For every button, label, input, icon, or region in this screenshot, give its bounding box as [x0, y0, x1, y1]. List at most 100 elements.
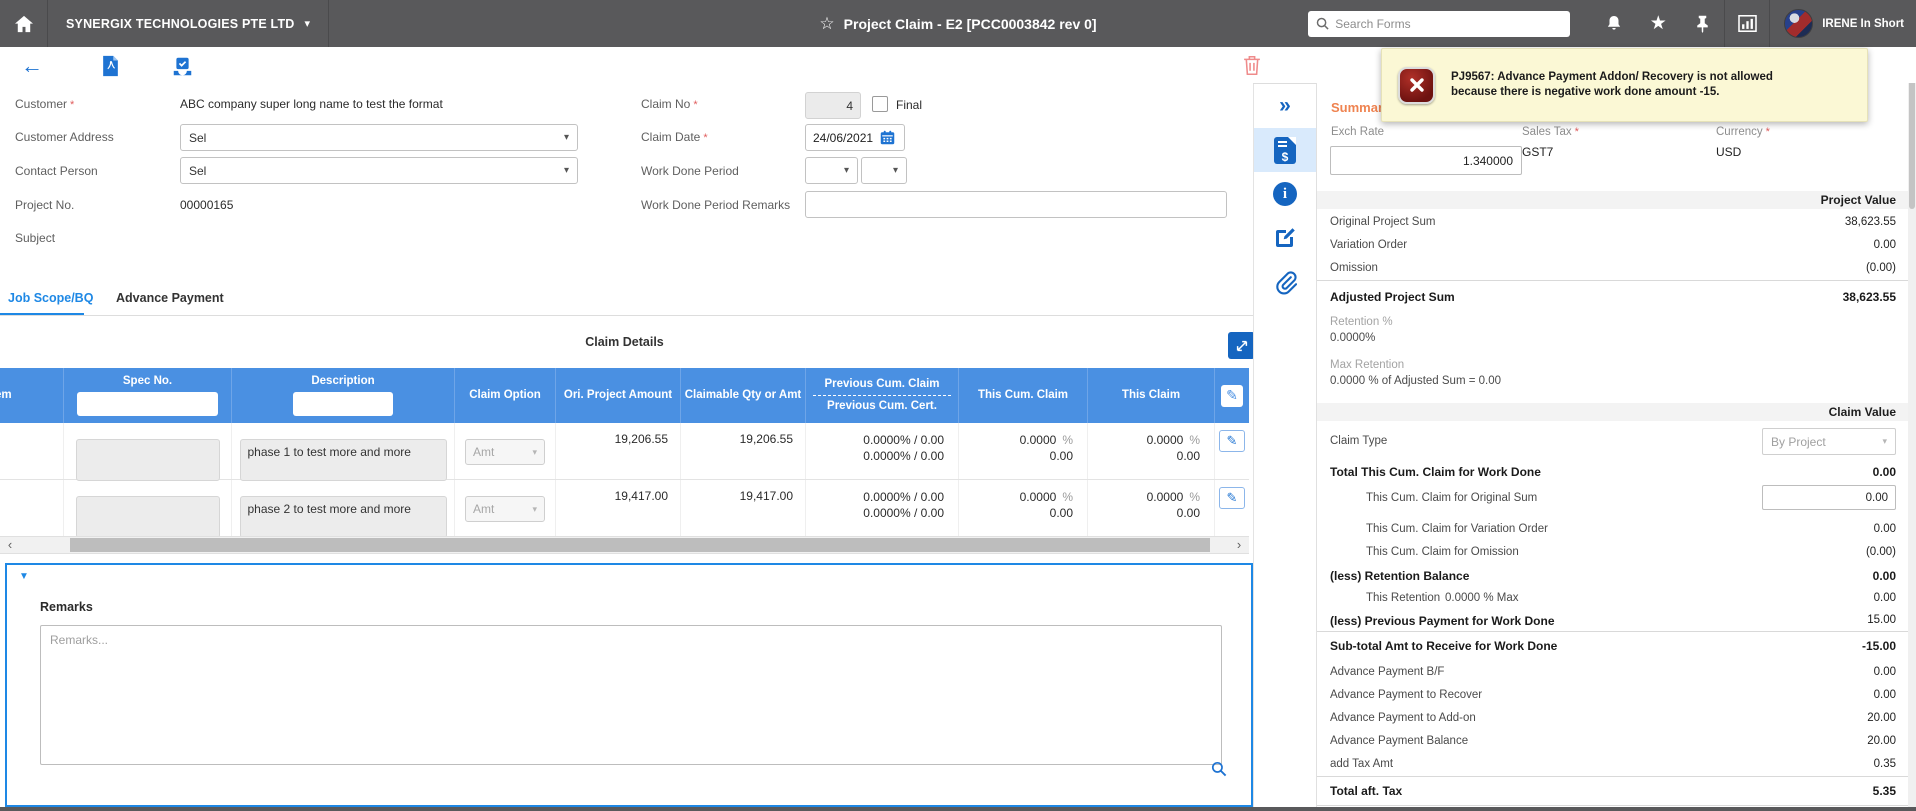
company-menu[interactable]: SYNERGIX TECHNOLOGIES PTE LTD ▾ — [48, 0, 330, 47]
col-claimable[interactable]: Claimable Qty or Amt — [681, 368, 806, 423]
home-button[interactable] — [0, 0, 48, 47]
pencil-icon: ✎ — [1226, 490, 1238, 505]
remarks-textarea[interactable] — [40, 625, 1222, 765]
claim-no-input[interactable] — [805, 92, 861, 119]
chevron-down-icon: ▾ — [563, 165, 569, 176]
description-box: phase 1 to test more and more — [239, 439, 447, 481]
scrollbar-thumb[interactable] — [70, 538, 1210, 552]
pin-icon — [1695, 15, 1710, 33]
collapse-triangle-icon[interactable]: ▼ — [19, 571, 29, 582]
cell-this-cum-claim: 0.0000% 0.00 — [959, 423, 1088, 479]
claim-type-select: By Project ▾ — [1762, 428, 1896, 455]
work-done-period-month-select[interactable]: ▾ — [805, 157, 858, 184]
cell-previous-cum: 0.0000% / 0.00 0.0000% / 0.00 — [806, 423, 959, 479]
pencil-icon: ✎ — [1226, 433, 1238, 448]
page-title: ☆ Project Claim - E2 [PCC0003842 rev 0] — [819, 0, 1096, 47]
col-spec-no[interactable]: Spec No. — [64, 368, 232, 423]
home-icon — [14, 15, 34, 33]
spec-no-filter-input[interactable] — [77, 392, 218, 416]
customer-address-select[interactable]: Sel ▾ — [180, 124, 578, 151]
exch-rate-label: Exch Rate — [1331, 126, 1385, 138]
cell-spec-no — [64, 423, 232, 481]
chevron-down-icon: ▾ — [843, 165, 849, 176]
search-input[interactable] — [1335, 16, 1563, 31]
total-this-cum-row: Total This Cum. Claim for Work Done 0.00 — [1330, 465, 1896, 479]
separator — [1317, 280, 1908, 281]
pin-button[interactable] — [1680, 0, 1724, 47]
cell-item — [0, 480, 64, 536]
info-tab-button[interactable]: i — [1254, 172, 1316, 216]
cell-ori-amount: 19,206.55 — [556, 423, 681, 479]
company-name: SYNERGIX TECHNOLOGIES PTE LTD — [66, 16, 295, 31]
work-done-period-year-select[interactable]: ▾ — [861, 157, 907, 184]
tabs-divider — [0, 315, 1253, 316]
col-ori-project-amount[interactable]: Ori. Project Amount — [556, 368, 681, 423]
work-done-period-remarks-input[interactable] — [805, 191, 1227, 218]
col-description[interactable]: Description — [232, 368, 455, 423]
submit-button[interactable] — [170, 54, 194, 78]
cell-description: phase 2 to test more and more — [232, 480, 455, 538]
remarks-zoom-button[interactable] — [1211, 761, 1227, 777]
dashboard-button[interactable] — [1725, 0, 1769, 47]
claim-date-input[interactable]: 24/06/2021 — [805, 124, 905, 151]
edit-row-button[interactable]: ✎ — [1219, 487, 1245, 509]
search-form — [1308, 10, 1571, 37]
contact-person-select[interactable]: Sel ▾ — [180, 157, 578, 184]
expand-table-button[interactable] — [1228, 332, 1255, 359]
scroll-left-arrow[interactable]: ‹ — [2, 537, 18, 553]
attachments-tab-button[interactable] — [1254, 260, 1316, 304]
favorites-button[interactable]: ★ — [1636, 0, 1680, 47]
required-marker: * — [1574, 126, 1579, 138]
less-previous-payment-row: (less) Previous Payment for Work Done 15… — [1330, 614, 1896, 628]
tab-job-scope-bq[interactable]: Job Scope/BQ — [8, 291, 93, 305]
export-pdf-button[interactable] — [98, 54, 122, 78]
avatar[interactable] — [1784, 9, 1814, 38]
delete-button[interactable] — [1240, 53, 1264, 77]
subtotal-row: Sub-total Amt to Receive for Work Done -… — [1330, 639, 1896, 653]
summary-tab-button[interactable]: $ — [1254, 128, 1316, 172]
scroll-right-arrow[interactable]: › — [1231, 537, 1247, 553]
cell-ori-amount: 19,417.00 — [556, 480, 681, 536]
footer-bar — [0, 807, 1916, 811]
max-retention-label: Max Retention — [1330, 359, 1405, 371]
vertical-scrollbar[interactable] — [1908, 47, 1916, 811]
expand-icon — [1235, 339, 1249, 353]
col-item[interactable]: Item — [0, 368, 64, 423]
col-this-claim[interactable]: This Claim — [1088, 368, 1215, 423]
spec-no-box — [75, 496, 220, 538]
col-claim-option[interactable]: Claim Option — [455, 368, 556, 423]
error-close-button[interactable] — [1398, 66, 1435, 104]
cell-claim-option: Amt ▾ — [455, 423, 556, 479]
table-horizontal-scrollbar[interactable]: ‹ › — [0, 536, 1249, 554]
username[interactable]: IRENE In Short — [1822, 18, 1904, 30]
subject-label: Subject — [15, 231, 56, 245]
chevron-down-icon: ▾ — [1882, 436, 1887, 446]
summary-row-adjusted-sum: Adjusted Project Sum 38,623.55 — [1330, 290, 1896, 304]
exch-rate-input[interactable] — [1330, 146, 1522, 175]
summary-row: Original Project Sum 38,623.55 — [1330, 216, 1896, 228]
collapse-panel-button[interactable]: » — [1254, 84, 1316, 128]
advance-recover-row: Advance Payment to Recover 0.00 — [1330, 689, 1896, 701]
required-marker: * — [70, 99, 75, 111]
col-previous-cum[interactable]: Previous Cum. Claim Previous Cum. Cert. — [806, 368, 959, 423]
description-filter-input[interactable] — [292, 392, 394, 416]
cell-this-cum-claim: 0.0000% 0.00 — [959, 480, 1088, 536]
notifications-button[interactable] — [1592, 0, 1636, 47]
favorite-star-icon[interactable]: ☆ — [819, 14, 834, 34]
back-button[interactable]: ← — [20, 54, 44, 78]
info-icon: i — [1273, 182, 1297, 206]
calendar-icon — [880, 130, 895, 145]
this-cum-omission-row: This Cum. Claim for Omission (0.00) — [1366, 546, 1896, 558]
add-tax-row: add Tax Amt 0.35 — [1330, 758, 1896, 770]
work-done-period-label: Work Done Period — [641, 164, 739, 178]
advance-balance-row: Advance Payment Balance 20.00 — [1330, 735, 1896, 747]
col-this-cum-claim[interactable]: This Cum. Claim — [959, 368, 1088, 423]
this-cum-original-input[interactable] — [1762, 485, 1896, 510]
final-checkbox[interactable] — [872, 96, 888, 112]
cell-edit: ✎ — [1215, 480, 1249, 536]
cell-claimable: 19,206.55 — [681, 423, 806, 479]
notes-tab-button[interactable] — [1254, 216, 1316, 260]
edit-row-button[interactable]: ✎ — [1219, 430, 1245, 452]
search-icon — [1316, 17, 1329, 30]
tab-advance-payment[interactable]: Advance Payment — [116, 291, 224, 305]
